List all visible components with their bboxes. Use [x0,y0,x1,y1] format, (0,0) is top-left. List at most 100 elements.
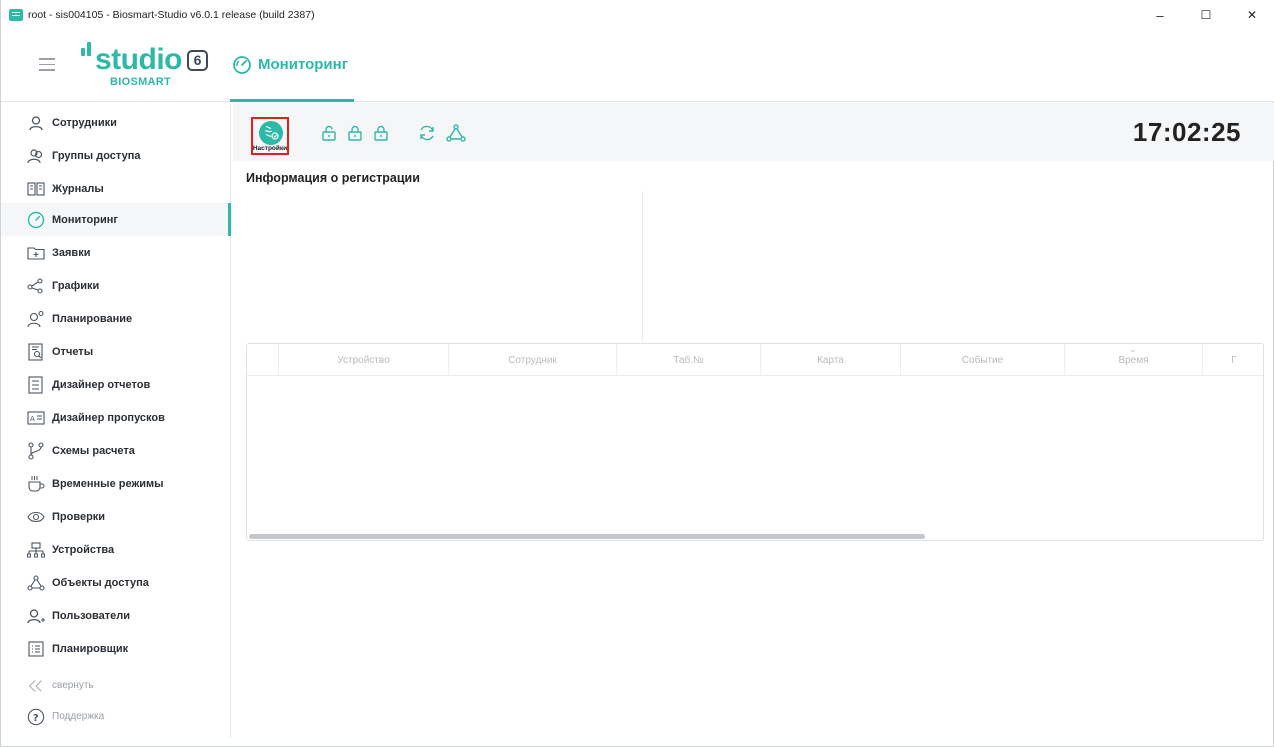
column-header-time[interactable]: ⌄ Время [1065,344,1203,376]
app-window: root - sis004105 - Biosmart-Studio v6.0.… [0,0,1274,747]
column-header-tab-number[interactable]: Таб.№ [617,344,761,376]
sidebar-item-scheduler[interactable]: Планировщик [1,632,231,665]
column-header-employee[interactable]: Сотрудник [449,344,617,376]
lock-open-icon[interactable] [319,123,339,143]
table-header: Устройство Сотрудник Таб.№ Карта Событие… [247,344,1263,376]
report-designer-icon [27,375,45,394]
sidebar-item-time-modes[interactable]: Временные режимы [1,467,231,500]
sidebar-item-requests[interactable]: Заявки [1,236,231,269]
branch-icon [27,441,45,460]
sidebar-item-monitoring[interactable]: Мониторинг [1,203,231,236]
settings-icon [259,121,283,145]
scheduler-icon [27,640,45,658]
sidebar-item-employees[interactable]: Сотрудники [1,106,231,139]
group-icon [27,147,45,165]
sidebar-item-label: Дизайнер пропусков [52,411,165,424]
nodes-icon [27,574,45,592]
sidebar-item-label: Пользователи [52,609,131,622]
logo-word: studio [95,43,183,76]
clock: 17:02:25 [1132,117,1241,147]
folder-plus-icon [27,244,45,262]
sidebar-item-label: Графики [52,279,100,292]
support-label: Поддержка [52,711,105,722]
sidebar-item-label: Группы доступа [52,149,141,162]
sidebar-item-calc-schemes[interactable]: Схемы расчета [1,434,231,467]
lock-closed-icon[interactable] [371,123,391,143]
horizontal-scrollbar[interactable] [249,534,925,539]
planning-icon [27,310,45,328]
app-icon [9,9,23,21]
panel-divider[interactable] [642,191,643,341]
sidebar-item-planning[interactable]: Планирование [1,302,231,335]
sidebar-item-reports[interactable]: Отчеты [1,335,231,368]
eye-icon [27,508,45,526]
logo-subtitle: BIOSMART [110,76,172,88]
page-title: Мониторинг [258,56,348,73]
sidebar-item-users[interactable]: Пользователи [1,599,231,632]
sort-down-icon: ⌄ [1129,345,1137,354]
sidebar-item-access-groups[interactable]: Группы доступа [1,139,231,172]
sidebar: Сотрудники Группы доступа Журналы Монито… [1,103,231,738]
app-header: studio 6 BIOSMART Мониторинг [1,30,1274,102]
user-add-icon [27,607,45,625]
minimize-button[interactable]: – [1137,0,1183,30]
sidebar-item-label: Журналы [52,182,104,195]
settings-button[interactable]: Настройки [251,117,289,155]
badge-designer-icon: A [27,409,45,427]
lock-icon[interactable] [345,123,365,143]
collapse-sidebar-button[interactable]: свернуть [1,669,231,702]
sidebar-item-label: Объекты доступа [52,576,149,589]
double-chevron-left-icon [27,677,45,695]
section-title: Информация о регистрации [246,171,420,185]
window-title: root - sis004105 - Biosmart-Studio v6.0.… [28,9,315,21]
events-table: Устройство Сотрудник Таб.№ Карта Событие… [246,343,1264,541]
person-icon [27,114,45,132]
column-header-device[interactable]: Устройство [279,344,449,376]
column-header-select[interactable] [247,344,279,376]
sidebar-item-label: Планирование [52,312,133,325]
window-controls: – ☐ ✕ [1137,0,1274,30]
sidebar-item-label: Временные режимы [52,477,164,490]
gauge-icon [27,211,45,229]
network-icon [27,541,45,559]
sidebar-item-report-designer[interactable]: Дизайнер отчетов [1,368,231,401]
sidebar-item-label: Планировщик [52,642,129,655]
sidebar-item-label: Сотрудники [52,116,117,129]
tab-monitoring[interactable]: Мониторинг [230,30,354,102]
svg-text:A: A [30,415,35,423]
studio-logo: studio 6 BIOSMART [81,40,226,92]
gauge-icon [233,55,251,74]
share-nodes-icon [27,277,45,295]
column-header-card[interactable]: Карта [761,344,901,376]
logo-number: 6 [187,50,208,71]
sidebar-item-label: Устройства [52,543,115,556]
maximize-button[interactable]: ☐ [1183,0,1229,30]
sidebar-item-label: Проверки [52,510,106,523]
journal-icon [27,180,45,198]
title-bar: root - sis004105 - Biosmart-Studio v6.0.… [1,0,1274,30]
refresh-icon[interactable] [417,123,437,143]
sidebar-item-devices[interactable]: Устройства [1,533,231,566]
sidebar-item-label: Отчеты [52,345,94,358]
help-icon: ? [27,708,45,726]
sidebar-item-journals[interactable]: Журналы [1,172,231,205]
sidebar-item-label: Мониторинг [52,213,118,226]
settings-caption: Настройки [252,145,288,152]
sidebar-item-access-objects[interactable]: Объекты доступа [1,566,231,599]
access-objects-icon[interactable] [446,123,466,143]
sidebar-item-label: Заявки [52,246,91,259]
close-button[interactable]: ✕ [1229,0,1274,30]
column-header-event[interactable]: Событие [901,344,1065,376]
collapse-label: свернуть [52,680,94,691]
sidebar-item-checks[interactable]: Проверки [1,500,231,533]
sidebar-item-label: Дизайнер отчетов [52,378,151,391]
sidebar-item-charts[interactable]: Графики [1,269,231,302]
cup-icon [27,475,45,493]
monitoring-toolbar: Настройки 17:02:25 [233,103,1274,161]
svg-text:?: ? [33,713,39,724]
report-icon [27,342,45,361]
sidebar-item-pass-designer[interactable]: A Дизайнер пропусков [1,401,231,434]
hamburger-menu-icon[interactable] [39,58,55,71]
column-header-extra[interactable]: Г [1203,344,1263,376]
support-button[interactable]: ? Поддержка [1,700,231,733]
